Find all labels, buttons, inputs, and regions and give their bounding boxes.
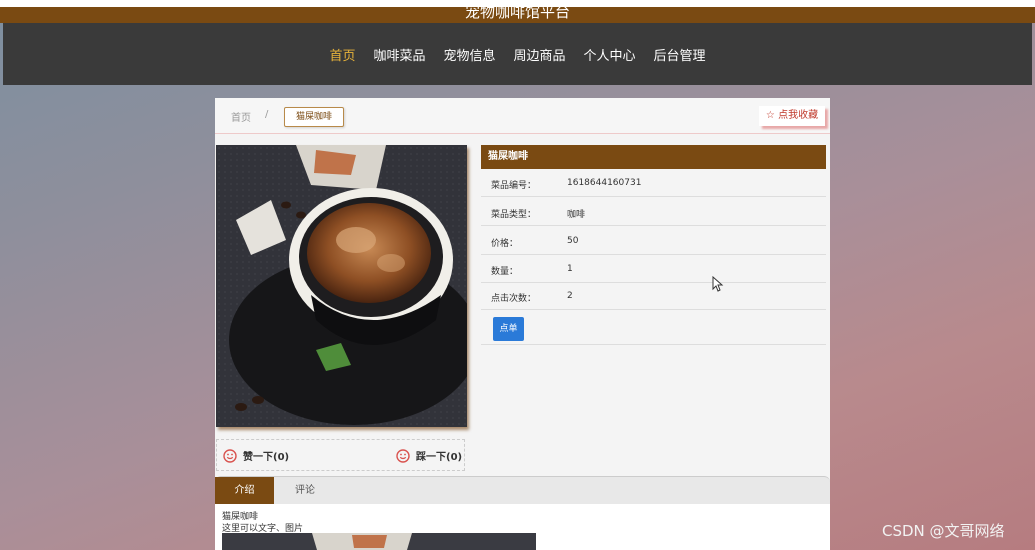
breadcrumb-current: 猫屎咖啡: [284, 107, 344, 127]
like-button[interactable]: 赞一下(0): [223, 448, 289, 463]
info-label: 点击次数：: [491, 294, 537, 304]
nav-pet-info[interactable]: 宠物信息: [443, 45, 495, 64]
info-label: 菜品类型：: [491, 210, 537, 220]
info-value: 咖啡: [567, 210, 586, 220]
info-value: 2: [567, 291, 573, 301]
info-value: 50: [567, 236, 579, 246]
product-image: [216, 145, 467, 427]
info-value: 1618644160731: [567, 178, 642, 188]
nav-personal-center[interactable]: 个人中心: [584, 45, 636, 64]
site-title-bar: 宠物咖啡馆平台: [0, 0, 1035, 23]
dislike-label: 踩一下(0): [416, 452, 463, 463]
info-row-type: 菜品类型： 咖啡: [481, 198, 826, 226]
nav-home[interactable]: 首页: [329, 45, 355, 64]
info-row-id: 菜品编号： 1618644160731: [481, 169, 826, 197]
like-label: 赞一下(0): [243, 452, 290, 463]
info-row-clicks: 点击次数： 2: [481, 282, 826, 310]
breadcrumb: 首页 / 猫屎咖啡 ☆ 点我收藏: [215, 98, 830, 134]
tab-intro[interactable]: 介绍: [215, 477, 274, 505]
info-row-quantity: 数量： 1: [481, 255, 826, 283]
mouse-cursor-icon: [712, 276, 724, 292]
nav-admin[interactable]: 后台管理: [654, 45, 706, 64]
watermark: CSDN @文哥网络: [882, 522, 1005, 540]
nav-coffee-menu[interactable]: 咖啡菜品: [373, 45, 425, 64]
dislike-button[interactable]: 踩一下(0): [396, 448, 462, 463]
breadcrumb-home[interactable]: 首页: [231, 109, 251, 124]
breadcrumb-separator: /: [265, 109, 269, 120]
order-button[interactable]: 点单: [493, 317, 524, 341]
info-label: 菜品编号：: [491, 181, 537, 191]
favorite-button[interactable]: ☆ 点我收藏: [759, 106, 825, 126]
coffee-image-thumb: [222, 533, 536, 550]
tab-comments[interactable]: 评论: [283, 477, 327, 505]
info-row-price: 价格： 50: [481, 227, 826, 255]
info-label: 价格：: [491, 239, 519, 249]
site-title: 宠物咖啡馆平台: [464, 3, 570, 21]
detail-tabs: 介绍 评论: [215, 476, 830, 505]
product-info-header: 猫屎咖啡: [481, 145, 826, 169]
intro-image: [222, 533, 536, 550]
smile-icon: [223, 448, 237, 463]
info-label: 数量：: [491, 267, 519, 277]
intro-content: 猫屎咖啡 这里可以文字、图片: [215, 504, 830, 550]
nav-merchandise[interactable]: 周边商品: [514, 45, 566, 64]
coffee-cup-image: [216, 145, 467, 427]
smile-icon: [396, 448, 410, 463]
info-value: 1: [567, 264, 573, 274]
product-detail-panel: 首页 / 猫屎咖啡 ☆ 点我收藏 赞一下(0) 踩一下(0) 猫屎咖啡 菜品编号…: [215, 98, 830, 550]
reaction-bar: 赞一下(0) 踩一下(0): [216, 439, 465, 471]
divider: [481, 344, 826, 345]
main-nav: 首页 咖啡菜品 宠物信息 周边商品 个人中心 后台管理: [3, 23, 1032, 85]
